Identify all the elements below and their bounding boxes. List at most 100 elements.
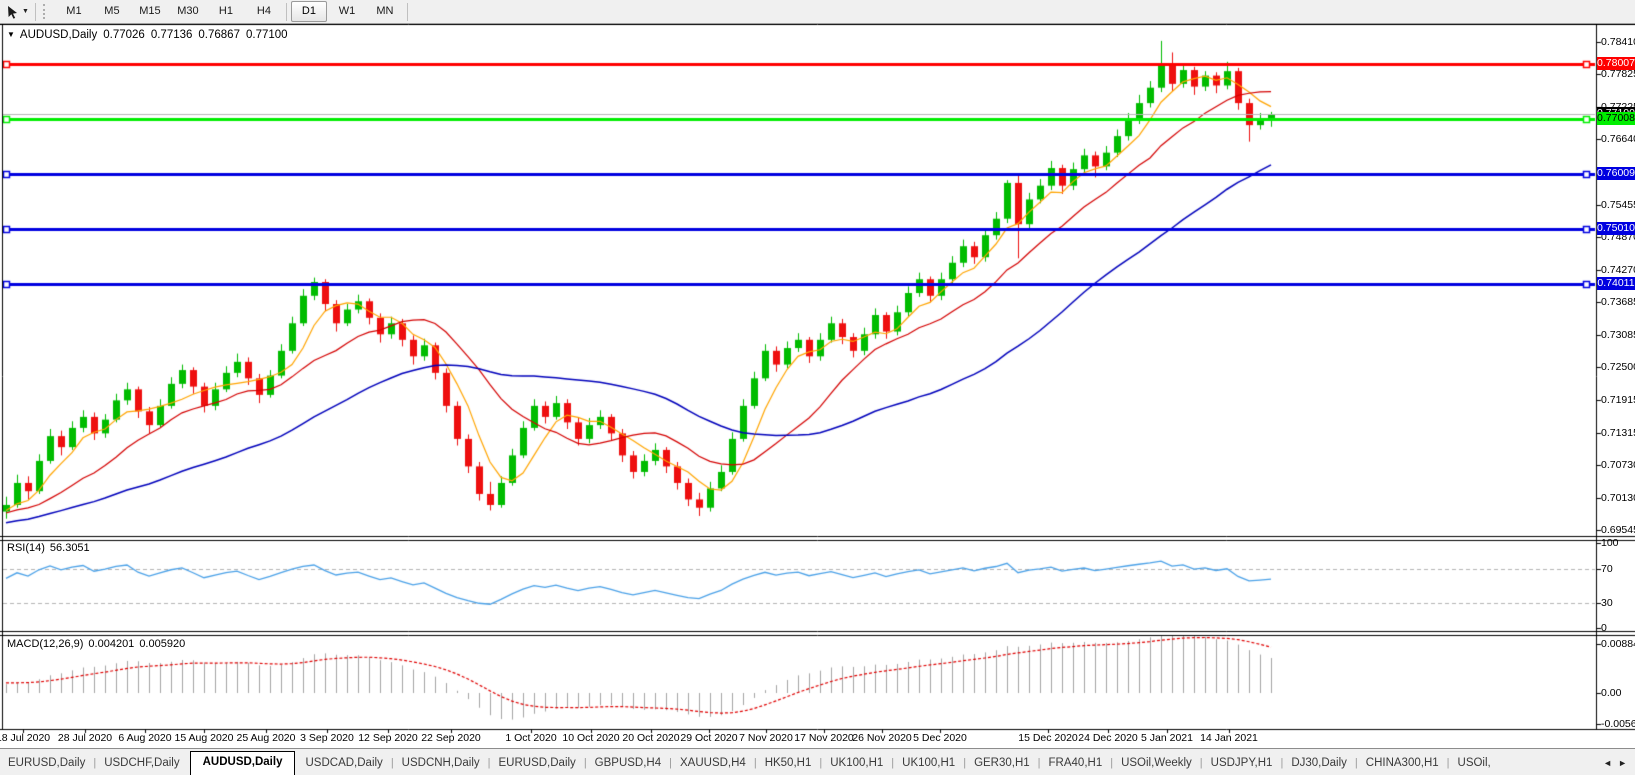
price-axis-tick: 0.71315 <box>1601 427 1635 439</box>
timeframe-button-M30[interactable]: M30 <box>170 1 206 22</box>
price-chart-canvas[interactable] <box>0 24 1635 748</box>
chart-tab-hk50-h1[interactable]: HK50,H1 <box>757 753 820 775</box>
timeframe-button-MN[interactable]: MN <box>367 1 403 22</box>
date-axis-tick: 15 Aug 2020 <box>175 732 234 744</box>
chart-tab-bar: EURUSD,Daily|USDCHF,DailyAUDUSD,DailyUSD… <box>0 748 1635 775</box>
chart-tab-usoil-weekly[interactable]: USOil,Weekly <box>1113 753 1200 775</box>
date-axis-tick: 7 Nov 2020 <box>739 732 793 744</box>
ohlc-open: 0.77026 <box>103 29 145 41</box>
price-line-badge: 0.77008 <box>1597 112 1635 125</box>
date-axis-tick: 26 Nov 2020 <box>852 732 912 744</box>
macd-axis-tick: -0.00565 <box>1601 718 1635 730</box>
rsi-axis-tick: 0 <box>1601 622 1607 634</box>
chart-tab-gbpusd-h4[interactable]: GBPUSD,H4 <box>587 753 669 775</box>
price-axis-tick: 0.70730 <box>1601 459 1635 471</box>
chart-tab-dj30-daily[interactable]: DJ30,Daily <box>1283 753 1355 775</box>
cursor-tool-icon[interactable] <box>2 3 22 21</box>
rsi-axis-tick: 70 <box>1601 563 1613 575</box>
date-axis-tick: 6 Aug 2020 <box>118 732 171 744</box>
timeframe-button-group: M1M5M15M30H1H4 D1W1MN <box>55 1 411 22</box>
date-axis-tick: 14 Jan 2021 <box>1200 732 1258 744</box>
timeframe-button-W1[interactable]: W1 <box>329 1 365 22</box>
ohlc-high: 0.77136 <box>151 29 193 41</box>
date-axis-tick: 12 Sep 2020 <box>358 732 418 744</box>
chart-tab-usdcnh-daily[interactable]: USDCNH,Daily <box>394 753 488 775</box>
timeframe-button-D1[interactable]: D1 <box>291 1 327 22</box>
timeframe-button-M1[interactable]: M1 <box>56 1 92 22</box>
price-axis-tick: 0.76640 <box>1601 133 1635 145</box>
date-axis-tick: 10 Oct 2020 <box>562 732 619 744</box>
chart-tab-usdcad-daily[interactable]: USDCAD,Daily <box>297 753 390 775</box>
ohlc-close: 0.77100 <box>246 29 288 41</box>
date-axis-tick: 1 Oct 2020 <box>505 732 556 744</box>
price-line-badge: 0.78007 <box>1597 57 1635 70</box>
price-axis-tick: 0.72500 <box>1601 361 1635 373</box>
date-axis-tick: 17 Nov 2020 <box>794 732 854 744</box>
chart-tab-fra40-h1[interactable]: FRA40,H1 <box>1041 753 1111 775</box>
date-axis-tick: 5 Jan 2021 <box>1141 732 1193 744</box>
dropdown-caret-icon[interactable]: ▼ <box>22 8 29 15</box>
chart-tab-uk100-h1[interactable]: UK100,H1 <box>894 753 963 775</box>
date-axis-tick: 18 Jul 2020 <box>0 732 50 744</box>
rsi-name: RSI(14) <box>7 542 45 554</box>
chart-tab-ger30-h1[interactable]: GER30,H1 <box>966 753 1038 775</box>
price-axis-tick: 0.73685 <box>1601 296 1635 308</box>
cursor-arrow-icon <box>6 5 19 19</box>
date-axis-tick: 5 Dec 2020 <box>913 732 967 744</box>
chart-tab-usdjpy-h1[interactable]: USDJPY,H1 <box>1203 753 1281 775</box>
date-axis-tick: 29 Oct 2020 <box>680 732 737 744</box>
chart-symbol-label: AUDUSD,Daily <box>20 29 97 41</box>
chart-tab-usdchf-daily[interactable]: USDCHF,Daily <box>96 753 187 775</box>
macd-signal-value: 0.005920 <box>139 638 185 650</box>
price-axis-tick: 0.74270 <box>1601 264 1635 276</box>
price-axis-tick: 0.78410 <box>1601 36 1635 48</box>
macd-label: MACD(12,26,9) 0.004201 0.005920 <box>7 638 190 650</box>
chart-tab-china300-h1[interactable]: CHINA300,H1 <box>1358 753 1447 775</box>
price-line-badge: 0.75010 <box>1597 222 1635 235</box>
price-line-badge: 0.74011 <box>1597 277 1635 290</box>
tab-scroll-arrows: ◄► <box>1597 758 1635 775</box>
timeframe-button-H4[interactable]: H4 <box>246 1 282 22</box>
date-axis-tick: 28 Jul 2020 <box>58 732 112 744</box>
collapse-caret-icon[interactable]: ▼ <box>7 30 15 39</box>
timeframe-toolbar: ▼ M1M5M15M30H1H4 D1W1MN <box>0 0 1635 24</box>
date-axis-tick: 22 Sep 2020 <box>421 732 481 744</box>
macd-axis-tick: 0.00884 <box>1601 638 1635 650</box>
toolbar-drag-grip[interactable] <box>43 4 49 19</box>
date-axis-tick: 24 Dec 2020 <box>1078 732 1138 744</box>
timeframe-button-M15[interactable]: M15 <box>132 1 168 22</box>
chart-title: ▼ AUDUSD,Daily 0.77026 0.77136 0.76867 0.7710… <box>7 29 288 41</box>
toolbar-separator <box>407 3 408 21</box>
toolbar-separator <box>286 3 287 21</box>
macd-main-value: 0.004201 <box>88 638 134 650</box>
price-axis-tick: 0.75455 <box>1601 199 1635 211</box>
rsi-label: RSI(14) 56.3051 <box>7 542 95 554</box>
chart-tab-eurusd-daily[interactable]: EURUSD,Daily <box>490 753 583 775</box>
date-axis-tick: 15 Dec 2020 <box>1018 732 1078 744</box>
tab-scroll-right-icon[interactable]: ► <box>1618 758 1627 768</box>
toolbar-separator <box>35 3 36 21</box>
chart-tab-eurusd-daily[interactable]: EURUSD,Daily <box>0 753 93 775</box>
chart-tab-usoil-[interactable]: USOil, <box>1450 753 1499 775</box>
price-axis-tick: 0.71915 <box>1601 394 1635 406</box>
price-line-badge: 0.76009 <box>1597 167 1635 180</box>
tab-scroll-left-icon[interactable]: ◄ <box>1603 758 1612 768</box>
chart-tab-audusd-daily[interactable]: AUDUSD,Daily <box>190 751 296 775</box>
price-axis-tick: 0.69545 <box>1601 524 1635 536</box>
price-axis-tick: 0.70130 <box>1601 492 1635 504</box>
ohlc-low: 0.76867 <box>198 29 240 41</box>
date-axis-tick: 25 Aug 2020 <box>237 732 296 744</box>
chart-tab-uk100-h1[interactable]: UK100,H1 <box>822 753 891 775</box>
chart-tab-xauusd-h4[interactable]: XAUUSD,H4 <box>672 753 754 775</box>
trading-platform-window: ▼ M1M5M15M30H1H4 D1W1MN ▼ AUDUSD,Daily 0.77… <box>0 0 1635 775</box>
macd-name: MACD(12,26,9) <box>7 638 83 650</box>
timeframe-button-H1[interactable]: H1 <box>208 1 244 22</box>
date-axis-tick: 3 Sep 2020 <box>300 732 354 744</box>
rsi-axis-tick: 100 <box>1601 537 1619 549</box>
timeframe-button-M5[interactable]: M5 <box>94 1 130 22</box>
rsi-value: 56.3051 <box>50 542 90 554</box>
rsi-axis-tick: 30 <box>1601 597 1613 609</box>
price-axis-tick: 0.73085 <box>1601 329 1635 341</box>
macd-axis-tick: 0.00 <box>1601 687 1621 699</box>
date-axis-tick: 20 Oct 2020 <box>622 732 679 744</box>
